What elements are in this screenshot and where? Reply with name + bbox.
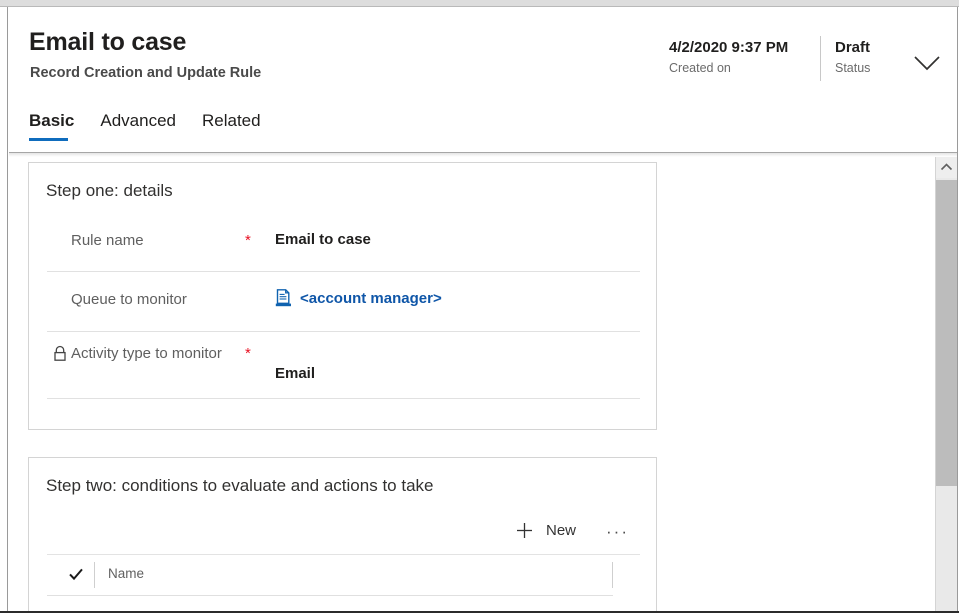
ellipsis-icon[interactable]: ···	[602, 521, 633, 542]
card-step-two: Step two: conditions to evaluate and act…	[28, 457, 657, 611]
status-value: Draft	[835, 39, 871, 56]
page-subtitle: Record Creation and Update Rule	[30, 65, 262, 81]
label-queue-to-monitor: Queue to monitor	[71, 291, 187, 308]
record-header: Email to case Record Creation and Update…	[9, 8, 957, 153]
value-queue-to-monitor[interactable]: <account manager>	[275, 289, 442, 307]
field-row-queue-to-monitor: Queue to monitor <account manager>	[47, 272, 640, 332]
card-step-one: Step one: details Rule name * Email to c…	[28, 162, 657, 430]
step-one-title: Step one: details	[46, 181, 173, 200]
vertical-scrollbar[interactable]	[935, 157, 957, 611]
queue-icon	[275, 289, 292, 307]
window-top-strip-line	[0, 6, 959, 7]
tab-advanced[interactable]: Advanced	[100, 111, 176, 141]
page-title: Email to case	[29, 28, 187, 56]
header-separator	[820, 36, 821, 81]
label-rule-name: Rule name	[71, 232, 144, 249]
new-button-label: New	[545, 522, 576, 539]
grid-column-header-name[interactable]: Name	[108, 566, 144, 581]
label-activity-type-text: Activity type to monitor	[71, 345, 222, 362]
step-two-title: Step two: conditions to evaluate and act…	[46, 476, 434, 495]
required-indicator-rule-name: *	[245, 232, 251, 249]
value-activity-type[interactable]: Email	[275, 365, 315, 382]
queue-lookup-text: <account manager>	[300, 289, 442, 307]
tab-related-label: Related	[202, 111, 261, 130]
form-scroll-area: Step one: details Rule name * Email to c…	[9, 157, 934, 611]
app-window: Email to case Record Creation and Update…	[0, 0, 959, 613]
label-activity-type: Activity type to monitor	[50, 342, 240, 367]
lock-icon	[52, 345, 68, 362]
plus-icon	[516, 522, 533, 539]
tab-basic-label: Basic	[29, 111, 75, 130]
chevron-up-icon[interactable]	[936, 157, 957, 178]
tab-basic[interactable]: Basic	[29, 111, 74, 141]
grid-header-row: Name	[47, 555, 613, 596]
required-indicator-activity-type: *	[245, 345, 251, 362]
grid-command-bar: New ···	[47, 514, 640, 555]
field-row-activity-type: Activity type to monitor * Email	[47, 332, 640, 399]
grid-header-divider-2[interactable]	[612, 562, 613, 588]
grid-header-divider-1	[94, 562, 95, 588]
field-row-rule-name: Rule name * Email to case	[47, 213, 640, 272]
header-field-created-on: 4/2/2020 9:37 PM Created on	[669, 39, 788, 75]
new-button[interactable]: New	[512, 519, 580, 542]
tab-advanced-label: Advanced	[100, 111, 176, 130]
created-on-value: 4/2/2020 9:37 PM	[669, 39, 789, 56]
tab-related[interactable]: Related	[202, 111, 261, 141]
value-rule-name[interactable]: Email to case	[275, 231, 371, 248]
created-on-label: Created on	[669, 61, 731, 75]
checkmark-icon[interactable]	[68, 566, 84, 582]
header-field-status[interactable]: Draft Status	[835, 39, 870, 75]
status-label: Status	[835, 61, 871, 75]
tab-bar: Basic Advanced Related	[29, 111, 287, 149]
scroll-thumb[interactable]	[936, 180, 957, 486]
chevron-down-icon[interactable]	[909, 44, 945, 80]
window-left-border	[0, 7, 8, 613]
